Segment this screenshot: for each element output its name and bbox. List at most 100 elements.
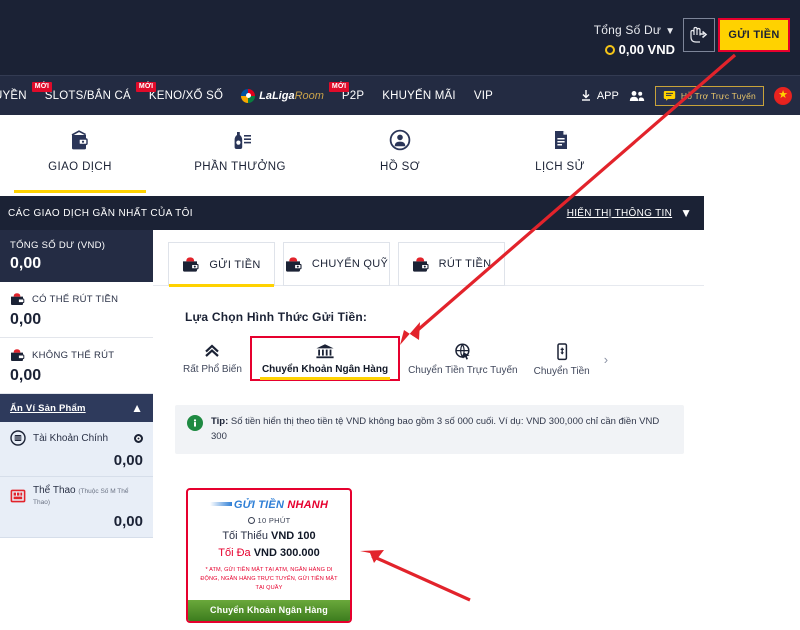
mobile-transfer-icon (556, 343, 567, 361)
live-support-button[interactable]: Hỗ Trợ Trực Tuyến (654, 85, 764, 106)
product-wallets-label: Ẩn Ví Sản Phẩm (10, 402, 86, 414)
tab-label: PHẦN THƯỞNG (194, 161, 286, 173)
nav-label: VIP (473, 89, 493, 102)
live-support-label: Hỗ Trợ Trực Tuyến (680, 90, 756, 101)
recent-transactions-title: CÁC GIAO DỊCH GẦN NHẤT CỦA TÔI (8, 207, 193, 219)
nav-label: SLOTS/BẮN CÁ (44, 89, 131, 102)
tab-chuyen-quy[interactable]: CHUYỂN QUỸ (283, 242, 390, 286)
tab-gui-tien[interactable]: GỬI TIỀN (168, 242, 275, 287)
promo-max-row: Tối Đa VND 300.000 (218, 547, 320, 559)
promo-min-value: VND 100 (271, 530, 316, 542)
bank-icon (316, 344, 334, 359)
vietnam-flag-icon[interactable]: ★ (774, 86, 792, 105)
new-badge: MỚI (31, 81, 53, 92)
tab-giao-dich[interactable]: GIAO DỊCH (0, 115, 160, 193)
coin-icon (604, 45, 615, 55)
tab-label: LỊCH SỬ (535, 161, 585, 173)
nav-app-button[interactable]: APP (580, 89, 619, 102)
nav-item-vip[interactable]: VIP (465, 90, 502, 102)
account-section-tabs: GIAO DỊCH PHẦN THƯỞNG HỒ SƠ LỊCH SỬ (0, 115, 800, 195)
non-withdrawable-label: KHÔNG THỂ RÚT (32, 349, 115, 361)
double-chevron-up-icon (205, 344, 220, 357)
chevron-right-icon[interactable]: › (604, 352, 608, 367)
tip-prefix: Tip: (211, 416, 229, 427)
balance-summary[interactable]: Tổng Số Dư ▼ 0,00 VND (594, 20, 675, 58)
chevron-down-icon: ▼ (680, 206, 692, 220)
deposit-method-list: Rất Phổ Biến Chuyển Khoản Ngân Hàng Chuy… (153, 324, 704, 383)
withdrawable-label: CÓ THỂ RÚT TIỀN (32, 293, 119, 305)
nav-item-khuyen-truncated[interactable]: UYỀN (0, 90, 36, 102)
tab-phan-thuong[interactable]: PHẦN THƯỞNG (160, 115, 320, 193)
main-account-icon (10, 430, 26, 446)
method-chuyen-tien[interactable]: Chuyển Tiền (526, 336, 598, 383)
history-document-icon (555, 131, 567, 149)
nav-friends-button[interactable] (629, 90, 645, 102)
tab-ho-so[interactable]: HỒ SƠ (320, 115, 480, 193)
wallet-name: Tài Khoản Chính (33, 432, 109, 444)
recent-transactions-bar: CÁC GIAO DỊCH GẦN NHẤT CỦA TÔI HIỂN THỊ … (0, 196, 704, 230)
clock-icon (247, 517, 255, 524)
promo-card-bank-transfer[interactable]: GỬI TIỀN NHANH 10 PHÚT Tối Thiểu VND 100… (186, 488, 352, 623)
method-chuyen-khoan-ngan-hang[interactable]: Chuyển Khoản Ngân Hàng (249, 336, 401, 381)
promo-title: GỬI TIỀN NHANH (194, 499, 344, 511)
deposit-tip-box: Tip: Số tiền hiển thị theo tiền tệ VND k… (175, 405, 684, 455)
method-rat-pho-bien[interactable]: Rất Phổ Biến (175, 336, 250, 381)
header-deposit-button[interactable]: GỬI TIỀN (718, 18, 790, 52)
nav-item-slots[interactable]: MỚI SLOTS/BẮN CÁ (31, 81, 140, 102)
header-deposit-label: GỬI TIỀN (728, 29, 780, 41)
nav-item-khuyen-mai[interactable]: KHUYẾN MÃI (373, 90, 465, 102)
nav-label: UYỀN (0, 89, 27, 102)
wallet-row-sports[interactable]: Thể Thao (Thuộc Số M Thể Thao) 0,00 (0, 477, 153, 538)
tab-label: CHUYỂN QUỸ (311, 258, 389, 270)
method-label: Chuyển Tiền (533, 366, 590, 377)
method-label: Chuyển Khoản Ngân Hàng (261, 364, 389, 375)
wallet-icon (285, 256, 302, 272)
deposit-method-title: Lựa Chọn Hình Thức Gửi Tiền: (185, 310, 368, 324)
tab-label: GIAO DỊCH (48, 161, 112, 173)
nav-item-laliga-room[interactable]: LaLigaRoom (232, 88, 333, 103)
total-balance-block: TỔNG SỐ DƯ (VND) 0,00 (0, 230, 153, 282)
wallet-red-icon (10, 291, 26, 307)
deposit-tip-text: Tip: Số tiền hiển thị theo tiền tệ VND k… (211, 416, 660, 442)
promo-footer-button[interactable]: Chuyển Khoản Ngân Hàng (188, 599, 350, 621)
total-balance-label: TỔNG SỐ DƯ (VND) (10, 240, 106, 251)
wallet-icon (183, 257, 199, 272)
chevron-down-icon[interactable]: ▼ (665, 26, 675, 39)
transaction-tabs: GỬI TIỀN CHUYỂN QUỸ RÚT TIỀN (153, 230, 704, 287)
nav-item-keno[interactable]: MỚI KENO/XỔ SỐ (135, 81, 232, 102)
promo-duration: 10 PHÚT (194, 516, 344, 525)
top-header: Tổng Số Dư ▼ 0,00 VND GỬI TIỀN (0, 0, 800, 75)
main-navigation: UYỀN MỚI SLOTS/BẮN CÁ MỚI KENO/XỔ SỐ LaL… (0, 75, 800, 115)
page-root: Tổng Số Dư▼ 0,00 VND GỬI TIỀN UYỀN MỚI (0, 0, 800, 630)
quick-transfer-button[interactable] (683, 18, 715, 52)
withdrawable-row: CÓ THỂ RÚT TIỀN 0,00 (0, 282, 153, 338)
balance-sidebar: TỔNG SỐ DƯ (VND) 0,00 CÓ THỂ RÚT TIỀN 0,… (0, 230, 153, 538)
promo-min-row: Tối Thiểu VND 100 (222, 530, 316, 542)
globe-cursor-icon (455, 343, 470, 360)
promo-footer-label: Chuyển Khoản Ngân Hàng (210, 604, 328, 615)
method-chuyen-tien-truc-tuyen[interactable]: Chuyển Tiền Trực Tuyến (400, 336, 526, 382)
tab-label: HỒ SƠ (380, 161, 420, 173)
wallet-row-main-account[interactable]: Tài Khoản Chính 0,00 (0, 422, 153, 477)
withdrawable-value: 0,00 (10, 311, 42, 328)
non-withdrawable-value: 0,00 (10, 367, 42, 384)
sports-icon (10, 488, 26, 504)
tab-rut-tien[interactable]: RÚT TIỀN (398, 242, 505, 286)
product-wallets-header[interactable]: Ẩn Ví Sản Phẩm ▲ (0, 394, 153, 422)
wallet-icon (71, 130, 88, 150)
laliga-label: LaLigaRoom (259, 89, 324, 102)
non-withdrawable-row: KHÔNG THỂ RÚT 0,00 (0, 338, 153, 394)
recent-transactions-toggle[interactable]: HIỂN THỊ THÔNG TIN ▼ (567, 206, 692, 220)
nav-left-group: UYỀN MỚI SLOTS/BẮN CÁ MỚI KENO/XỔ SỐ LaL… (0, 76, 502, 116)
nav-app-label: APP (596, 89, 619, 102)
download-icon (581, 90, 590, 101)
nav-right-group: APP Hỗ Trợ Trực Tuyến ★ (580, 85, 800, 106)
info-icon (187, 415, 203, 431)
nav-item-p2p[interactable]: MỚI P2P (328, 81, 373, 102)
wallet-icon (412, 256, 429, 272)
promo-max-value: VND 300.000 (253, 547, 320, 559)
chevron-up-icon: ▲ (131, 401, 143, 415)
tab-lich-su[interactable]: LỊCH SỬ (480, 115, 640, 193)
wallet-value: 0,00 (113, 452, 143, 469)
reward-icon (234, 132, 251, 149)
